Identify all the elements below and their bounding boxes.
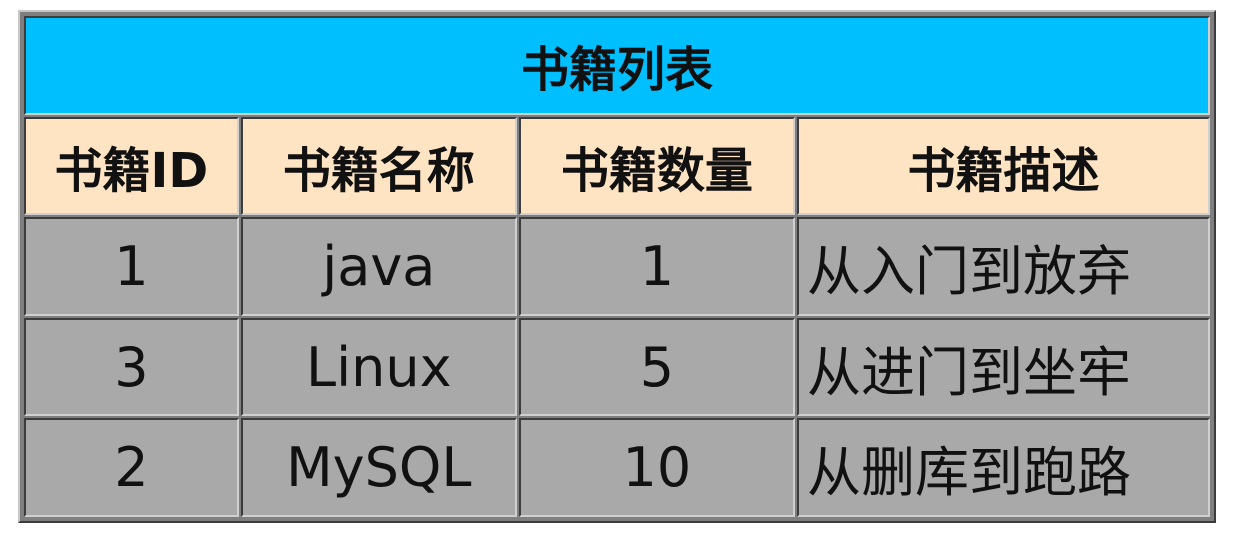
cell-book-id: 3 (24, 317, 239, 417)
column-header-count: 书籍数量 (518, 116, 795, 216)
cell-book-description: 从删库到跑路 (796, 418, 1210, 517)
cell-book-name: MySQL (240, 418, 517, 517)
cell-book-count: 1 (518, 217, 795, 316)
cell-book-description: 从入门到放弃 (796, 217, 1210, 316)
cell-book-name: java (240, 217, 517, 316)
column-header-name: 书籍名称 (240, 116, 517, 216)
table-header-row: 书籍ID 书籍名称 书籍数量 书籍描述 (24, 116, 1210, 216)
table-title: 书籍列表 (24, 16, 1210, 115)
cell-book-id: 2 (24, 418, 239, 517)
column-header-description: 书籍描述 (796, 116, 1210, 216)
cell-book-count: 10 (518, 418, 795, 517)
books-table-container: 书籍列表 书籍ID 书籍名称 书籍数量 书籍描述 1 java 1 从入门到放弃… (18, 10, 1216, 523)
column-header-id: 书籍ID (24, 116, 239, 216)
cell-book-id: 1 (24, 217, 239, 316)
table-row: 3 Linux 5 从进门到坐牢 (24, 317, 1210, 417)
books-table: 书籍列表 书籍ID 书籍名称 书籍数量 书籍描述 1 java 1 从入门到放弃… (22, 14, 1212, 519)
cell-book-description: 从进门到坐牢 (796, 317, 1210, 417)
table-row: 1 java 1 从入门到放弃 (24, 217, 1210, 316)
table-title-row: 书籍列表 (24, 16, 1210, 115)
cell-book-count: 5 (518, 317, 795, 417)
table-row: 2 MySQL 10 从删库到跑路 (24, 418, 1210, 517)
cell-book-name: Linux (240, 317, 517, 417)
